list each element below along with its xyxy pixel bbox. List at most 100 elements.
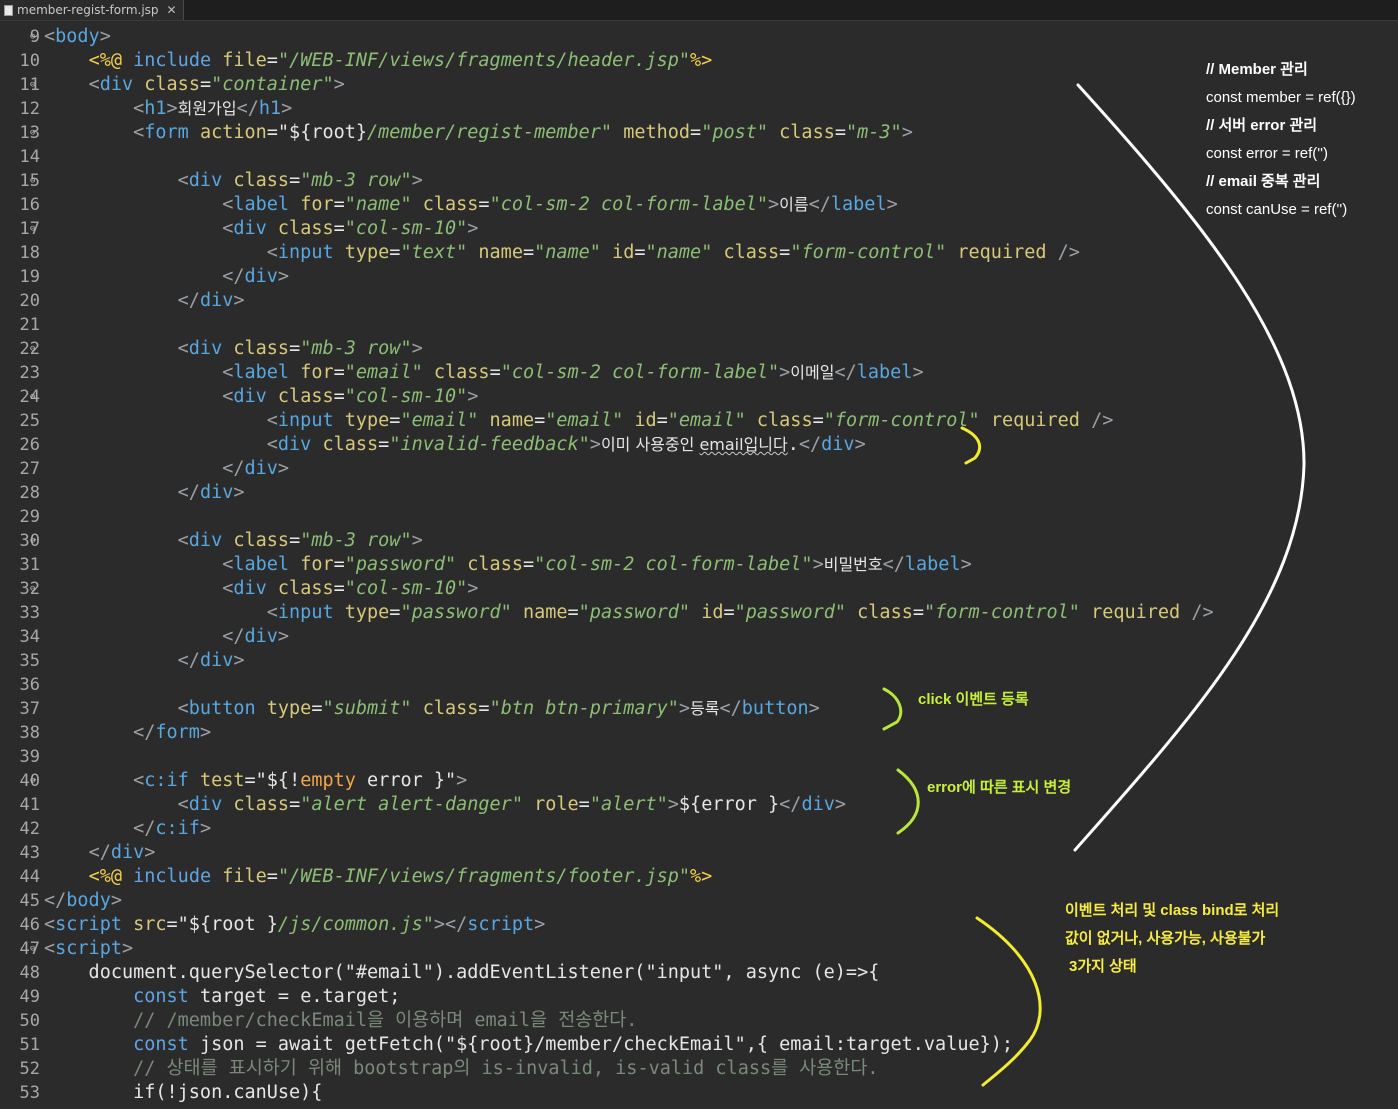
code-text: <script src="${root }/js/common.js"></sc… xyxy=(44,913,545,937)
code-token: "col-sm-2 col-form-label" xyxy=(500,362,780,383)
code-token: type xyxy=(344,242,390,263)
code-text: <label for="email" class="col-sm-2 col-f… xyxy=(44,361,923,385)
code-text: </div> xyxy=(44,265,289,289)
fold-toggle-icon[interactable]: ⊖ xyxy=(30,769,40,793)
code-token: class xyxy=(233,338,290,359)
code-token: "col-sm-2 col-form-label" xyxy=(489,194,769,215)
tab-member-regist-form[interactable]: member-regist-form.jsp ✕ xyxy=(0,0,184,20)
code-token: </ xyxy=(236,98,259,119)
fold-toggle-icon[interactable]: ⊖ xyxy=(30,937,40,961)
code-token: = xyxy=(333,554,345,575)
code-token: div xyxy=(199,290,234,311)
code-token: label xyxy=(233,194,301,215)
code-token: label xyxy=(904,554,961,575)
code-text: <c:if test="${!empty error }"> xyxy=(44,769,467,793)
code-token: required xyxy=(1091,602,1181,623)
code-token: </ xyxy=(222,458,245,479)
code-token: </ xyxy=(177,650,200,671)
line-number: 35 xyxy=(19,651,40,671)
code-token: 등록 xyxy=(690,699,720,718)
code-token: div xyxy=(188,338,234,359)
code-token: include xyxy=(133,50,223,71)
code-token: "password" xyxy=(400,602,512,623)
code-token: %> xyxy=(690,866,713,887)
code-token: > xyxy=(233,290,245,311)
code-token: = xyxy=(166,914,178,935)
code-token: = xyxy=(656,410,668,431)
code-token: "form-control" xyxy=(790,242,947,263)
fold-toggle-icon[interactable]: ⊖ xyxy=(30,169,40,193)
code-token: > xyxy=(456,770,468,791)
code-token: > xyxy=(166,98,178,119)
code-token: type xyxy=(344,410,390,431)
code-token: required xyxy=(957,242,1047,263)
code-token: = xyxy=(389,602,401,623)
code-token: < xyxy=(222,218,234,239)
code-token: = xyxy=(333,194,345,215)
code-token: = xyxy=(578,794,590,815)
code-token: class xyxy=(422,194,479,215)
code-token: class xyxy=(277,386,334,407)
code-token: = xyxy=(478,194,490,215)
code-token: document.querySelector("#email").addEven… xyxy=(44,962,880,983)
code-token: 비밀번호 xyxy=(823,555,883,574)
line-number: 46 xyxy=(19,915,40,935)
close-icon[interactable]: ✕ xyxy=(167,3,177,17)
line-number: 37 xyxy=(19,699,40,719)
code-token: div xyxy=(199,482,234,503)
line-number: 19 xyxy=(19,267,40,287)
code-token: body xyxy=(66,890,111,911)
code-token: label xyxy=(830,194,887,215)
code-token: "col-sm-10" xyxy=(344,218,468,239)
code-token: > xyxy=(411,170,423,191)
code-token: div xyxy=(244,626,278,647)
fold-toggle-icon[interactable]: ⊖ xyxy=(30,337,40,361)
line-number: 29 xyxy=(19,507,40,527)
code-token: email입니다 xyxy=(699,435,788,454)
code-token: </ xyxy=(882,554,905,575)
code-token: < xyxy=(222,362,234,383)
code-token: "col-sm-10" xyxy=(344,386,468,407)
code-token: = xyxy=(289,530,301,551)
fold-toggle-icon[interactable]: ⊖ xyxy=(30,529,40,553)
code-token: div xyxy=(188,530,234,551)
code-token: </ xyxy=(177,482,200,503)
code-token: < xyxy=(266,242,278,263)
line-number: 41 xyxy=(19,795,40,815)
code-token: div xyxy=(244,458,278,479)
fold-toggle-icon[interactable]: ⊖ xyxy=(30,121,40,145)
code-token: < xyxy=(44,914,56,935)
code-token: script xyxy=(55,914,134,935)
code-text: <button type="submit" class="btn btn-pri… xyxy=(44,697,820,721)
fold-toggle-icon[interactable]: ⊖ xyxy=(30,73,40,97)
code-token: = xyxy=(478,698,490,719)
code-token: > xyxy=(333,74,345,95)
fold-toggle-icon[interactable]: ⊖ xyxy=(30,385,40,409)
code-token: /> xyxy=(1057,242,1080,263)
fold-toggle-icon[interactable]: ⊖ xyxy=(30,577,40,601)
annotation-line: // email 중복 관리 xyxy=(1206,173,1321,190)
code-token: div xyxy=(801,794,835,815)
code-token: "email" xyxy=(344,362,423,383)
editor-tab-bar: member-regist-form.jsp ✕ xyxy=(0,0,1398,21)
code-token: class xyxy=(322,434,379,455)
line-number: 14 xyxy=(19,147,40,167)
line-number: 49 xyxy=(19,987,40,1007)
code-token: "name" xyxy=(645,242,713,263)
code-token: class xyxy=(422,698,479,719)
fold-toggle-icon[interactable]: ⊖ xyxy=(30,25,40,49)
fold-toggle-icon[interactable]: ⊖ xyxy=(30,217,40,241)
